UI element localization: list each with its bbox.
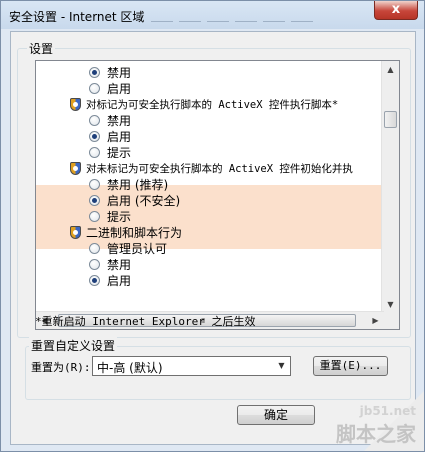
setting-option-label: 禁用 (推荐) bbox=[107, 178, 169, 192]
vertical-scrollbar[interactable]: ▲ ▼ bbox=[381, 61, 399, 313]
shield-icon bbox=[70, 226, 81, 239]
setting-header[interactable]: 二进制和脚本行为 bbox=[36, 225, 382, 241]
setting-header[interactable]: 对标记为可安全执行脚本的 ActiveX 控件执行脚本* bbox=[36, 97, 382, 113]
title-bar-tabs bbox=[151, 13, 313, 22]
setting-radio-option[interactable]: 禁用 (推荐) bbox=[36, 177, 382, 193]
radio-checked-icon[interactable] bbox=[89, 195, 100, 206]
restart-note: *重新启动 Internet Explorer 之后生效 bbox=[35, 315, 256, 328]
setting-header-label: 对标记为可安全执行脚本的 ActiveX 控件执行脚本* bbox=[86, 99, 339, 111]
scroll-down-icon[interactable]: ▼ bbox=[382, 296, 399, 313]
setting-radio-option[interactable]: 禁用 bbox=[36, 113, 382, 129]
setting-header[interactable]: 对未标记为可安全执行脚本的 ActiveX 控件初始化并执 bbox=[36, 161, 382, 177]
setting-option-label: 提示 bbox=[107, 146, 132, 160]
setting-radio-option[interactable]: 管理员认可 bbox=[36, 241, 382, 257]
shield-icon bbox=[70, 98, 81, 111]
window-title: 安全设置 - Internet 区域 bbox=[9, 10, 145, 24]
vertical-scroll-thumb[interactable] bbox=[384, 111, 397, 128]
security-settings-window: 安全设置 - Internet 区域 x 设置 禁用 启用 对标记为可安全执行脚本的… bbox=[0, 0, 425, 452]
scroll-corner bbox=[382, 312, 399, 329]
reset-button[interactable]: 重置(E)... bbox=[313, 356, 388, 376]
close-icon: x bbox=[391, 2, 401, 17]
settings-label: 设置 bbox=[27, 40, 56, 57]
reset-to-label: 重置为(R): bbox=[31, 361, 91, 374]
watermark-url: jb51.net bbox=[359, 404, 416, 418]
reset-level-value: 中-高 (默认) bbox=[97, 361, 163, 375]
setting-radio-option[interactable]: 启用 bbox=[36, 273, 382, 289]
setting-radio-option[interactable]: 提示 bbox=[36, 145, 382, 161]
radio-unchecked-icon[interactable] bbox=[89, 211, 100, 222]
setting-radio-option[interactable]: 禁用 bbox=[36, 257, 382, 273]
title-bar[interactable]: 安全设置 - Internet 区域 x bbox=[1, 1, 424, 29]
setting-option-label: 启用 bbox=[107, 82, 132, 96]
radio-checked-icon[interactable] bbox=[89, 131, 100, 142]
radio-unchecked-icon[interactable] bbox=[89, 147, 100, 158]
settings-listbox[interactable]: 禁用 启用 对标记为可安全执行脚本的 ActiveX 控件执行脚本* 禁用 启用 提示 对未… bbox=[35, 60, 400, 330]
setting-option-label: 禁用 bbox=[107, 258, 132, 272]
setting-radio-option[interactable]: 启用 bbox=[36, 129, 382, 145]
radio-unchecked-icon[interactable] bbox=[89, 115, 100, 126]
radio-unchecked-icon[interactable] bbox=[89, 259, 100, 270]
radio-unchecked-icon[interactable] bbox=[89, 179, 100, 190]
ok-button[interactable]: 确定 bbox=[237, 405, 315, 425]
watermark: jb51.net 脚本之家 bbox=[336, 404, 416, 447]
setting-option-label: 启用 (不安全) bbox=[107, 194, 181, 208]
close-button[interactable]: x bbox=[374, 1, 418, 20]
setting-option-label: 禁用 bbox=[107, 114, 132, 128]
setting-option-label: 管理员认可 bbox=[107, 242, 168, 256]
setting-header-label: 对未标记为可安全执行脚本的 ActiveX 控件初始化并执 bbox=[86, 163, 353, 175]
radio-checked-icon[interactable] bbox=[89, 275, 100, 286]
setting-radio-option[interactable]: 禁用 bbox=[36, 65, 382, 81]
shield-icon bbox=[70, 162, 81, 175]
setting-option-label: 提示 bbox=[107, 210, 132, 224]
watermark-text: 脚本之家 bbox=[336, 422, 416, 446]
reset-group-label: 重置自定义设置 bbox=[29, 337, 118, 354]
radio-checked-icon[interactable] bbox=[89, 67, 100, 78]
radio-unchecked-icon[interactable] bbox=[89, 243, 100, 254]
dialog-client-area: 设置 禁用 启用 对标记为可安全执行脚本的 ActiveX 控件执行脚本* 禁用 启用提… bbox=[10, 31, 416, 445]
chevron-down-icon[interactable]: ▼ bbox=[273, 357, 290, 375]
setting-radio-option[interactable]: 启用 (不安全) bbox=[36, 193, 382, 209]
radio-unchecked-icon[interactable] bbox=[89, 83, 100, 94]
setting-option-label: 禁用 bbox=[107, 66, 132, 80]
setting-radio-option[interactable]: 提示 bbox=[36, 209, 382, 225]
setting-header-label: 二进制和脚本行为 bbox=[86, 226, 183, 240]
setting-option-label: 启用 bbox=[107, 130, 132, 144]
reset-level-select[interactable]: 中-高 (默认) ▼ bbox=[92, 356, 291, 376]
setting-option-label: 启用 bbox=[107, 274, 132, 288]
setting-radio-option[interactable]: 启用 bbox=[36, 81, 382, 97]
scroll-up-icon[interactable]: ▲ bbox=[382, 61, 399, 78]
